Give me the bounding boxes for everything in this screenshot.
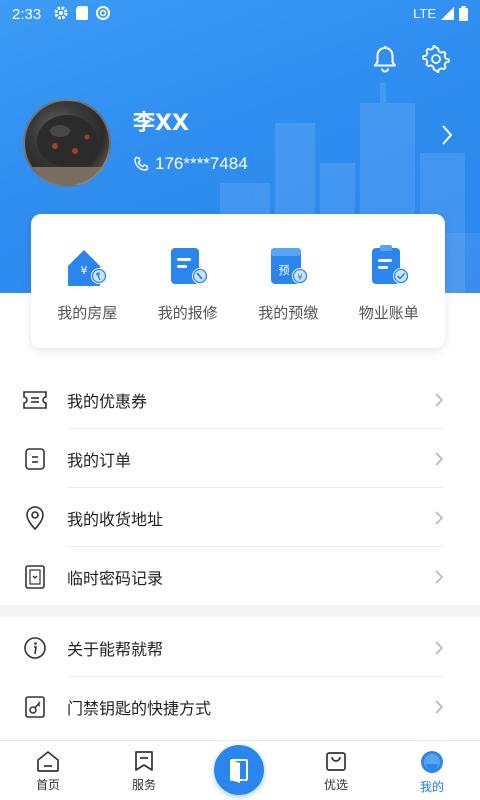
tab-featured[interactable]: 优选 bbox=[288, 741, 384, 800]
prepay-icon: 预 ¥ bbox=[263, 244, 313, 290]
bill-icon bbox=[364, 244, 414, 290]
chevron-right-icon bbox=[435, 510, 444, 525]
menu-label: 关于能帮就帮 bbox=[67, 639, 164, 659]
menu-label: 我的收货地址 bbox=[67, 509, 164, 529]
battery-icon bbox=[459, 6, 468, 21]
menu-group-account: 我的优惠券 我的订单 我的收货地址 临时密码记录 bbox=[0, 370, 480, 606]
chevron-right-icon bbox=[435, 451, 444, 466]
profile-chevron-icon[interactable] bbox=[440, 124, 454, 150]
tab-label: 优选 bbox=[323, 778, 348, 792]
notification-bell-icon[interactable] bbox=[368, 42, 402, 76]
menu-item-door-key-shortcut[interactable]: 门禁钥匙的快捷方式 bbox=[0, 677, 480, 736]
coupon-icon bbox=[22, 387, 48, 413]
sync-icon bbox=[96, 6, 110, 20]
menu-label: 门禁钥匙的快捷方式 bbox=[67, 698, 212, 718]
chevron-right-icon bbox=[435, 699, 444, 714]
quick-label: 物业账单 bbox=[358, 304, 419, 322]
house-key-icon: ¥ bbox=[62, 244, 112, 290]
tab-label: 首页 bbox=[35, 778, 60, 792]
menu-label: 临时密码记录 bbox=[67, 568, 164, 588]
menu-label: 我的订单 bbox=[67, 450, 132, 470]
avatar-image bbox=[25, 115, 109, 185]
menu-item-coupons[interactable]: 我的优惠券 bbox=[0, 370, 480, 429]
network-type: LTE bbox=[413, 6, 436, 21]
svg-text:预: 预 bbox=[279, 264, 290, 277]
settings-gear-icon[interactable] bbox=[419, 42, 453, 76]
sd-card-icon bbox=[76, 6, 88, 20]
quick-label: 我的预缴 bbox=[258, 304, 319, 322]
order-icon bbox=[22, 446, 48, 472]
tab-label: 我的 bbox=[419, 780, 444, 794]
menu-label: 我的优惠券 bbox=[67, 391, 148, 411]
group-separator bbox=[0, 605, 480, 617]
tab-service[interactable]: 服务 bbox=[96, 741, 192, 800]
service-icon bbox=[135, 751, 153, 771]
chevron-right-icon bbox=[435, 640, 444, 655]
shopping-bag-icon bbox=[326, 752, 346, 771]
settings-gear-small-icon bbox=[54, 6, 68, 20]
menu-item-address[interactable]: 我的收货地址 bbox=[0, 488, 480, 547]
phone-number: 176****7484 bbox=[155, 154, 248, 173]
quick-my-house[interactable]: ¥ 我的房屋 bbox=[38, 214, 136, 348]
avatar[interactable] bbox=[23, 99, 111, 187]
repair-icon bbox=[163, 244, 213, 290]
menu-item-temp-password[interactable]: 临时密码记录 bbox=[0, 547, 480, 606]
quick-label: 我的报修 bbox=[157, 304, 218, 322]
quick-property-bill[interactable]: 物业账单 bbox=[340, 214, 438, 348]
menu-item-orders[interactable]: 我的订单 bbox=[0, 429, 480, 488]
chevron-right-icon bbox=[435, 569, 444, 584]
quick-my-repair[interactable]: 我的报修 bbox=[139, 214, 237, 348]
temp-password-icon bbox=[22, 564, 48, 590]
tab-mine[interactable]: 我的 bbox=[384, 741, 480, 800]
door-key-icon bbox=[22, 694, 48, 720]
profile-screen: 2:33 LTE 李XX 176****7484 ¥ 我的房屋 我的报修 预 ¥… bbox=[0, 0, 480, 800]
home-icon bbox=[37, 751, 59, 772]
door-open-button[interactable] bbox=[214, 745, 264, 795]
info-icon bbox=[22, 635, 48, 661]
status-time: 2:33 bbox=[12, 6, 42, 23]
svg-text:¥: ¥ bbox=[297, 273, 303, 283]
tab-label: 服务 bbox=[131, 778, 156, 792]
tab-home[interactable]: 首页 bbox=[0, 741, 96, 800]
phone-row: 176****7484 bbox=[133, 154, 248, 174]
phone-icon bbox=[134, 156, 149, 171]
quick-label: 我的房屋 bbox=[57, 304, 118, 322]
signal-icon bbox=[441, 7, 454, 20]
svg-text:¥: ¥ bbox=[81, 264, 88, 277]
location-icon bbox=[22, 505, 48, 531]
door-icon bbox=[230, 759, 248, 783]
menu-group-about: 关于能帮就帮 门禁钥匙的快捷方式 bbox=[0, 618, 480, 736]
chevron-right-icon bbox=[435, 392, 444, 407]
quick-my-prepay[interactable]: 预 ¥ 我的预缴 bbox=[239, 214, 337, 348]
menu-item-about[interactable]: 关于能帮就帮 bbox=[0, 618, 480, 677]
quick-actions-card: ¥ 我的房屋 我的报修 预 ¥ 我的预缴 物业账单 bbox=[31, 214, 445, 348]
user-name: 李XX bbox=[133, 111, 189, 136]
status-bar: 2:33 LTE bbox=[0, 0, 480, 30]
profile-icon bbox=[421, 751, 443, 773]
